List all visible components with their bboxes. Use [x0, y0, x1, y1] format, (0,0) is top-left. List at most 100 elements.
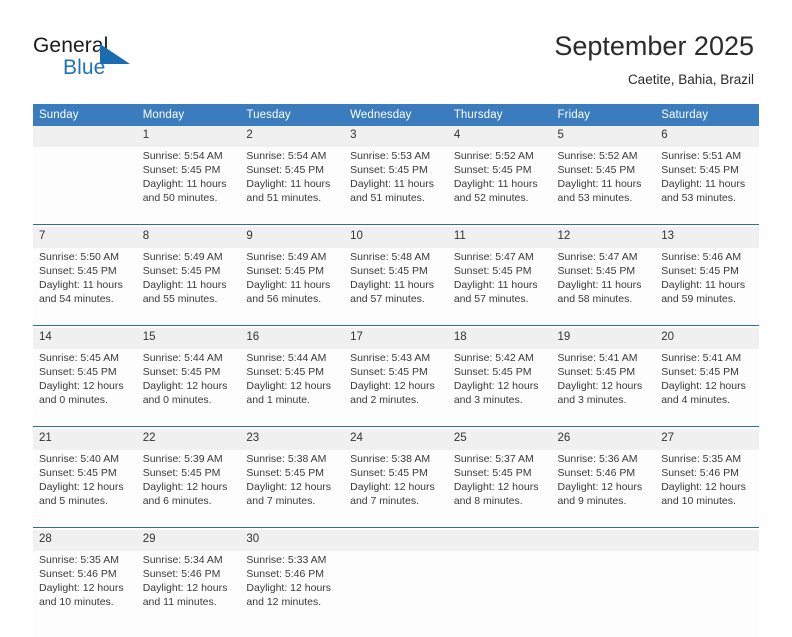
day-info-cell[interactable]: Sunrise: 5:36 AM Sunset: 5:46 PM Dayligh…: [552, 450, 656, 528]
day-info-cell[interactable]: [33, 147, 137, 225]
sunset-text: Sunset: 5:45 PM: [661, 163, 752, 177]
day-number-cell[interactable]: 20: [655, 329, 759, 350]
sunset-text: Sunset: 5:45 PM: [246, 163, 337, 177]
day-info-cell[interactable]: Sunrise: 5:54 AM Sunset: 5:45 PM Dayligh…: [137, 147, 241, 225]
day-number-cell[interactable]: 26: [552, 430, 656, 451]
day-info-cell[interactable]: Sunrise: 5:48 AM Sunset: 5:45 PM Dayligh…: [344, 248, 448, 326]
day-number-cell[interactable]: 24: [344, 430, 448, 451]
day-number-cell[interactable]: 27: [655, 430, 759, 451]
sunset-text: Sunset: 5:45 PM: [143, 264, 234, 278]
daylight-text-line1: Daylight: 11 hours: [454, 177, 545, 191]
daylight-text-line2: and 53 minutes.: [661, 191, 752, 205]
day-number-cell[interactable]: 9: [240, 228, 344, 249]
day-info-cell[interactable]: Sunrise: 5:44 AM Sunset: 5:45 PM Dayligh…: [240, 349, 344, 427]
day-number-cell[interactable]: 17: [344, 329, 448, 350]
sunset-text: Sunset: 5:45 PM: [39, 365, 130, 379]
daylight-text-line1: Daylight: 12 hours: [661, 480, 752, 494]
day-info-cell[interactable]: Sunrise: 5:33 AM Sunset: 5:46 PM Dayligh…: [240, 551, 344, 637]
sunrise-text: Sunrise: 5:49 AM: [143, 250, 234, 264]
week-5-info-row: Sunrise: 5:35 AM Sunset: 5:46 PM Dayligh…: [33, 551, 759, 637]
weekday-header-wednesday: Wednesday: [344, 104, 448, 127]
daylight-text-line2: and 11 minutes.: [143, 595, 234, 609]
day-info-cell[interactable]: Sunrise: 5:41 AM Sunset: 5:45 PM Dayligh…: [552, 349, 656, 427]
day-number-cell[interactable]: 28: [33, 531, 137, 552]
day-number-cell[interactable]: 18: [448, 329, 552, 350]
day-info-cell[interactable]: Sunrise: 5:43 AM Sunset: 5:45 PM Dayligh…: [344, 349, 448, 427]
day-number-cell[interactable]: 11: [448, 228, 552, 249]
day-number-cell[interactable]: 30: [240, 531, 344, 552]
day-number-cell[interactable]: 21: [33, 430, 137, 451]
day-info-cell[interactable]: Sunrise: 5:41 AM Sunset: 5:45 PM Dayligh…: [655, 349, 759, 427]
day-info-cell[interactable]: Sunrise: 5:44 AM Sunset: 5:45 PM Dayligh…: [137, 349, 241, 427]
day-info-cell[interactable]: Sunrise: 5:50 AM Sunset: 5:45 PM Dayligh…: [33, 248, 137, 326]
day-number-cell[interactable]: 15: [137, 329, 241, 350]
day-info-cell[interactable]: Sunrise: 5:38 AM Sunset: 5:45 PM Dayligh…: [240, 450, 344, 528]
daylight-text-line1: Daylight: 11 hours: [558, 177, 649, 191]
calendar-body: 1 2 3 4 5 6 Sunrise: 5:54 AM: [33, 127, 759, 637]
daylight-text-line1: Daylight: 12 hours: [246, 480, 337, 494]
sunrise-text: Sunrise: 5:34 AM: [143, 553, 234, 567]
day-number-cell[interactable]: 16: [240, 329, 344, 350]
day-number-cell[interactable]: 22: [137, 430, 241, 451]
sunset-text: Sunset: 5:45 PM: [350, 264, 441, 278]
day-number-cell[interactable]: 4: [448, 127, 552, 148]
day-info-cell[interactable]: Sunrise: 5:49 AM Sunset: 5:45 PM Dayligh…: [137, 248, 241, 326]
sunset-text: Sunset: 5:45 PM: [454, 163, 545, 177]
sunset-text: Sunset: 5:45 PM: [143, 365, 234, 379]
day-number-cell[interactable]: 6: [655, 127, 759, 148]
sunrise-text: Sunrise: 5:38 AM: [350, 452, 441, 466]
day-number-cell[interactable]: 12: [552, 228, 656, 249]
day-info-cell[interactable]: Sunrise: 5:49 AM Sunset: 5:45 PM Dayligh…: [240, 248, 344, 326]
day-number-cell[interactable]: 8: [137, 228, 241, 249]
title-block: September 2025 Caetite, Bahia, Brazil: [554, 30, 754, 90]
day-info-cell[interactable]: Sunrise: 5:52 AM Sunset: 5:45 PM Dayligh…: [448, 147, 552, 225]
week-1-daynum-row: 1 2 3 4 5 6: [33, 127, 759, 148]
day-info-cell[interactable]: Sunrise: 5:47 AM Sunset: 5:45 PM Dayligh…: [552, 248, 656, 326]
day-info-cell[interactable]: Sunrise: 5:40 AM Sunset: 5:45 PM Dayligh…: [33, 450, 137, 528]
day-info-cell[interactable]: Sunrise: 5:54 AM Sunset: 5:45 PM Dayligh…: [240, 147, 344, 225]
day-info-cell[interactable]: Sunrise: 5:42 AM Sunset: 5:45 PM Dayligh…: [448, 349, 552, 427]
day-info-cell[interactable]: Sunrise: 5:51 AM Sunset: 5:45 PM Dayligh…: [655, 147, 759, 225]
day-number-cell[interactable]: 10: [344, 228, 448, 249]
day-info-cell[interactable]: Sunrise: 5:45 AM Sunset: 5:45 PM Dayligh…: [33, 349, 137, 427]
calendar-page: General Blue September 2025 Caetite, Bah…: [0, 0, 792, 612]
daylight-text-line2: and 55 minutes.: [143, 292, 234, 306]
sunrise-text: Sunrise: 5:42 AM: [454, 351, 545, 365]
daylight-text-line2: and 0 minutes.: [143, 393, 234, 407]
day-info-cell[interactable]: Sunrise: 5:53 AM Sunset: 5:45 PM Dayligh…: [344, 147, 448, 225]
day-info-cell[interactable]: Sunrise: 5:37 AM Sunset: 5:45 PM Dayligh…: [448, 450, 552, 528]
day-number-cell[interactable]: 29: [137, 531, 241, 552]
day-number-cell[interactable]: 23: [240, 430, 344, 451]
day-info-cell[interactable]: Sunrise: 5:35 AM Sunset: 5:46 PM Dayligh…: [655, 450, 759, 528]
sunrise-text: Sunrise: 5:43 AM: [350, 351, 441, 365]
day-info-cell[interactable]: Sunrise: 5:52 AM Sunset: 5:45 PM Dayligh…: [552, 147, 656, 225]
brand-name-blue: Blue: [63, 56, 105, 80]
daylight-text-line1: Daylight: 12 hours: [143, 379, 234, 393]
day-number-cell[interactable]: 3: [344, 127, 448, 148]
page-header: General Blue September 2025 Caetite, Bah…: [0, 0, 792, 96]
day-number-cell[interactable]: [33, 127, 137, 148]
day-number-cell[interactable]: 25: [448, 430, 552, 451]
day-info-cell[interactable]: Sunrise: 5:46 AM Sunset: 5:45 PM Dayligh…: [655, 248, 759, 326]
day-info-cell[interactable]: Sunrise: 5:38 AM Sunset: 5:45 PM Dayligh…: [344, 450, 448, 528]
day-number-cell[interactable]: 14: [33, 329, 137, 350]
daylight-text-line1: Daylight: 12 hours: [350, 379, 441, 393]
day-info-cell[interactable]: Sunrise: 5:39 AM Sunset: 5:45 PM Dayligh…: [137, 450, 241, 528]
sunrise-text: Sunrise: 5:36 AM: [558, 452, 649, 466]
daylight-text-line1: Daylight: 11 hours: [350, 278, 441, 292]
day-number-cell[interactable]: 1: [137, 127, 241, 148]
day-number-cell: [448, 531, 552, 552]
day-number-cell[interactable]: 13: [655, 228, 759, 249]
day-info-cell[interactable]: Sunrise: 5:34 AM Sunset: 5:46 PM Dayligh…: [137, 551, 241, 637]
day-number-cell[interactable]: 2: [240, 127, 344, 148]
sunset-text: Sunset: 5:45 PM: [661, 264, 752, 278]
day-info-cell[interactable]: Sunrise: 5:47 AM Sunset: 5:45 PM Dayligh…: [448, 248, 552, 326]
day-number-cell[interactable]: 19: [552, 329, 656, 350]
day-number-cell[interactable]: 7: [33, 228, 137, 249]
day-number-cell[interactable]: 5: [552, 127, 656, 148]
day-info-cell: [344, 551, 448, 637]
daylight-text-line1: Daylight: 12 hours: [39, 379, 130, 393]
brand-logo[interactable]: General Blue: [33, 34, 233, 84]
day-info-cell[interactable]: Sunrise: 5:35 AM Sunset: 5:46 PM Dayligh…: [33, 551, 137, 637]
day-info-cell: [552, 551, 656, 637]
